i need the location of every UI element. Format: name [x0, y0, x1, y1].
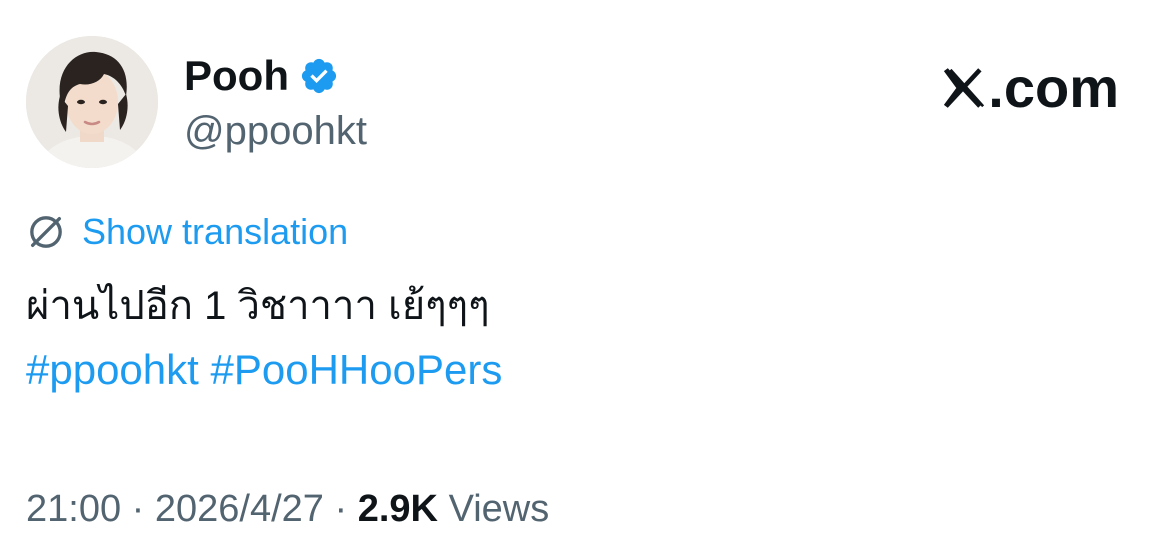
tweet-time[interactable]: 21:00 — [26, 488, 121, 530]
views-label: Views — [448, 488, 550, 530]
separator: · — [131, 488, 145, 530]
show-translation-link[interactable]: Show translation — [26, 210, 348, 254]
show-translation-label[interactable]: Show translation — [82, 210, 348, 254]
tweet-text: ผ่านไปอีก 1 วิชาาาา เย้ๆๆๆ — [26, 284, 490, 328]
tweet-date[interactable]: 2026/4/27 — [155, 488, 324, 530]
avatar[interactable] — [26, 36, 158, 168]
x-logo: .com — [940, 58, 1119, 118]
hashtags: #ppoohkt #PooHHooPers — [26, 344, 502, 396]
user-name[interactable]: Pooh — [184, 52, 339, 100]
tweet-meta: 21:00 · 2026/4/27 · 2.9K Views — [26, 484, 549, 534]
avatar-image — [26, 36, 158, 168]
views-count[interactable]: 2.9K — [358, 488, 438, 530]
hashtag-link[interactable]: #ppoohkt — [26, 346, 199, 393]
tweet-card: Pooh @ppoohkt .com Show translation ผ่าน… — [0, 0, 1169, 558]
translate-icon — [30, 216, 62, 248]
hashtag-link[interactable]: #PooHHooPers — [211, 346, 503, 393]
verified-badge-icon — [301, 58, 337, 94]
x-icon — [944, 68, 985, 108]
user-handle[interactable]: @ppoohkt — [184, 108, 367, 154]
x-domain: .com — [988, 56, 1119, 119]
user-name-text[interactable]: Pooh — [184, 52, 289, 100]
separator: · — [334, 488, 348, 530]
